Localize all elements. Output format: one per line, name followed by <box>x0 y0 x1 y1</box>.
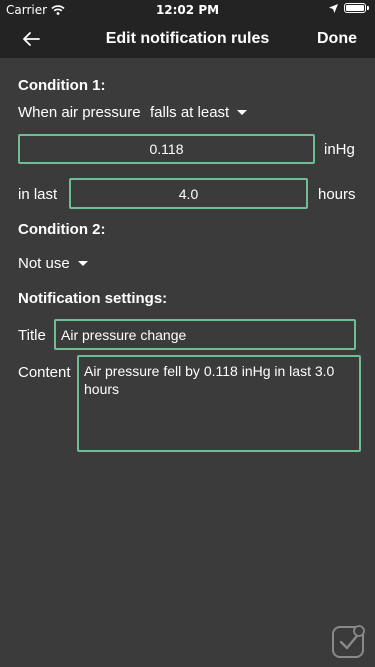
status-bar: Carrier 12:02 PM <box>0 0 375 20</box>
chevron-down-icon <box>237 110 248 115</box>
content-label: Content <box>18 364 71 381</box>
pressure-value-field[interactable]: 0.118 <box>18 134 315 164</box>
condition2-dropdown[interactable]: Not use <box>18 255 88 272</box>
title-input-value: Air pressure change <box>61 326 187 343</box>
pressure-value: 0.118 <box>149 141 184 157</box>
pressure-unit-label: inHg <box>324 141 355 158</box>
done-button[interactable]: Done <box>317 30 357 48</box>
notification-settings-heading: Notification settings: <box>18 290 168 307</box>
duration-value: 4.0 <box>178 185 199 202</box>
battery-icon <box>344 3 366 13</box>
battery-tip <box>367 6 369 10</box>
notification-check-icon[interactable] <box>331 623 367 659</box>
condition1-prefix: When air pressure <box>18 104 141 121</box>
status-right <box>329 3 369 13</box>
status-time: 12:02 PM <box>155 3 220 17</box>
title-label: Title <box>18 327 46 344</box>
condition1-operator-label: falls at least <box>150 104 230 121</box>
condition1-operator-dropdown[interactable]: falls at least <box>150 104 248 121</box>
in-last-label: in last <box>18 186 58 203</box>
content-textarea-value: Air pressure fell by 0.118 inHg in last … <box>84 363 335 397</box>
content-textarea[interactable]: Air pressure fell by 0.118 inHg in last … <box>77 355 361 452</box>
top-bar: Carrier 12:02 PM Edit notification rules… <box>0 0 375 58</box>
duration-unit-label: hours <box>318 186 356 203</box>
location-arrow-icon <box>329 3 338 13</box>
condition1-heading: Condition 1: <box>18 77 106 94</box>
chevron-down-icon <box>77 261 88 266</box>
condition2-selection-label: Not use <box>18 255 70 272</box>
duration-field[interactable]: 4.0 <box>69 178 308 209</box>
navigation-bar: Edit notification rules Done <box>0 20 375 58</box>
condition2-heading: Condition 2: <box>18 221 106 238</box>
title-input[interactable]: Air pressure change <box>54 319 356 350</box>
